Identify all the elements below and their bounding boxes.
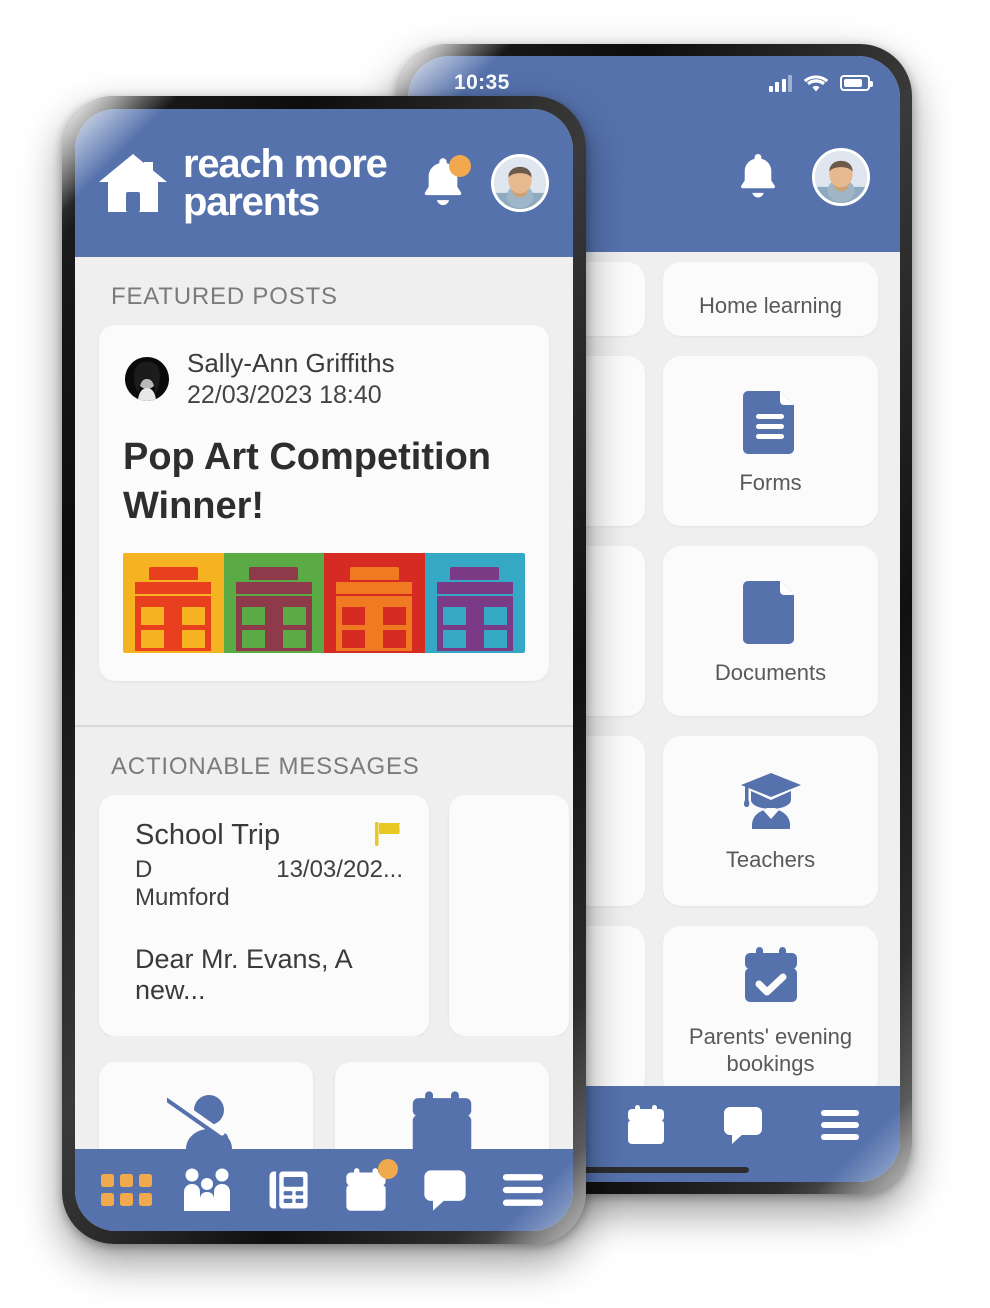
back-app-bar-actions <box>734 148 870 206</box>
featured-posts-label: FEATURED POSTS <box>111 283 338 310</box>
forms-document-icon <box>742 390 794 454</box>
chat-bubble-icon[interactable] <box>420 1166 470 1214</box>
wifi-icon <box>803 75 829 91</box>
front-bottom-nav <box>75 1149 573 1231</box>
front-brand-logo: reach more parents <box>183 142 388 224</box>
popart-building <box>235 566 312 651</box>
post-title: Pop Art Competition Winner! <box>123 436 491 527</box>
action-cards-row: Report your child's You have upcoming <box>75 1036 573 1149</box>
tile-home-learning[interactable]: Home learning <box>663 262 878 336</box>
post-image[interactable] <box>123 552 525 653</box>
calendar-check-icon <box>744 947 797 1003</box>
newspaper-icon[interactable] <box>263 1167 313 1213</box>
user-avatar[interactable] <box>812 148 870 206</box>
tile-documents[interactable]: Documents <box>663 546 878 716</box>
message-card-next[interactable] <box>449 794 569 1036</box>
home-icon[interactable] <box>97 150 169 216</box>
bell-icon[interactable] <box>734 151 782 203</box>
front-brand-line2: parents <box>183 180 320 224</box>
author-avatar <box>123 355 171 404</box>
avatar-photo <box>815 151 867 203</box>
flag-icon <box>375 821 400 846</box>
post-header: Sally-Ann Griffiths 22/03/2023 18:40 <box>123 347 525 411</box>
popart-building <box>135 566 212 651</box>
grid-apps-icon[interactable] <box>101 1174 152 1206</box>
actionable-messages-carousel[interactable]: School Trip D Mumford 13/03/202... Dear … <box>75 794 573 1036</box>
post-author-block: Sally-Ann Griffiths 22/03/2023 18:40 <box>187 347 395 411</box>
popart-panel-4 <box>424 552 525 653</box>
message-date: 13/03/202... <box>276 855 403 883</box>
message-title-row: School Trip <box>135 819 403 852</box>
tile-label: Forms <box>739 469 802 495</box>
popart-building <box>336 566 413 651</box>
popart-panel-2 <box>223 552 324 653</box>
tile-label: Documents <box>714 659 827 685</box>
user-avatar[interactable] <box>491 154 549 212</box>
tile-parents-evening-bookings[interactable]: Parents' evening bookings <box>663 926 878 1096</box>
chat-bubble-icon[interactable] <box>720 1103 766 1147</box>
front-app-bar-actions <box>417 154 549 212</box>
status-bar-time: 10:35 <box>454 71 510 94</box>
tile-label: Home learning <box>698 293 843 319</box>
front-brand-line1: reach more <box>183 142 388 186</box>
message-meta: D Mumford 13/03/202... <box>135 856 403 912</box>
status-bar-indicators <box>768 74 873 93</box>
actionable-messages-label: ACTIONABLE MESSAGES <box>111 752 420 780</box>
home-indicator <box>559 1167 749 1173</box>
front-app-bar: reach more parents <box>75 109 573 257</box>
screenshot-stage: 10:35 more ts <box>0 0 990 1308</box>
featured-post-card[interactable]: Sally-Ann Griffiths 22/03/2023 18:40 Pop… <box>99 325 549 681</box>
calendar-nav-button[interactable] <box>342 1159 399 1214</box>
front-phone-device: reach more parents FEATURED POSTS Sally-… <box>62 96 586 1244</box>
message-title: School Trip <box>135 818 281 851</box>
notifications-button[interactable] <box>417 155 471 211</box>
action-card-report-absence[interactable]: Report your child's <box>99 1061 313 1149</box>
popart-panel-1 <box>123 552 224 653</box>
tile-teachers[interactable]: Teachers <box>663 736 878 906</box>
front-phone-content: FEATURED POSTS Sally-Ann Griffiths 22/03… <box>75 257 573 1149</box>
graduation-cap-icon <box>740 772 801 829</box>
front-phone-screen: reach more parents FEATURED POSTS Sally-… <box>75 109 573 1231</box>
battery-icon <box>840 75 873 91</box>
action-card-upcoming-events[interactable]: You have upcoming <box>335 1061 549 1149</box>
message-sender: D Mumford <box>135 855 230 911</box>
calendar-badge <box>378 1159 399 1179</box>
tile-label: Teachers <box>725 846 816 872</box>
calendar-icon <box>412 1090 472 1149</box>
popart-panel-3 <box>324 552 425 653</box>
hamburger-menu-icon[interactable] <box>499 1172 547 1208</box>
notification-badge <box>449 155 471 177</box>
author-avatar-photo <box>125 357 169 402</box>
signal-bars-icon <box>768 74 792 92</box>
hamburger-menu-icon[interactable] <box>818 1108 862 1142</box>
message-preview: Dear Mr. Evans, A new... <box>135 943 352 1005</box>
tile-forms[interactable]: Forms <box>663 356 878 526</box>
avatar-photo <box>494 157 546 209</box>
message-card[interactable]: School Trip D Mumford 13/03/202... Dear … <box>99 794 429 1036</box>
person-absent-icon <box>167 1090 232 1149</box>
post-timestamp: 22/03/2023 18:40 <box>187 380 382 409</box>
tile-label: Parents' evening bookings <box>688 1024 853 1076</box>
popart-building <box>436 566 513 651</box>
calendar-icon[interactable] <box>624 1103 668 1147</box>
family-icon[interactable] <box>181 1167 233 1213</box>
post-author-name: Sally-Ann Griffiths <box>187 348 395 378</box>
document-icon <box>742 580 794 644</box>
